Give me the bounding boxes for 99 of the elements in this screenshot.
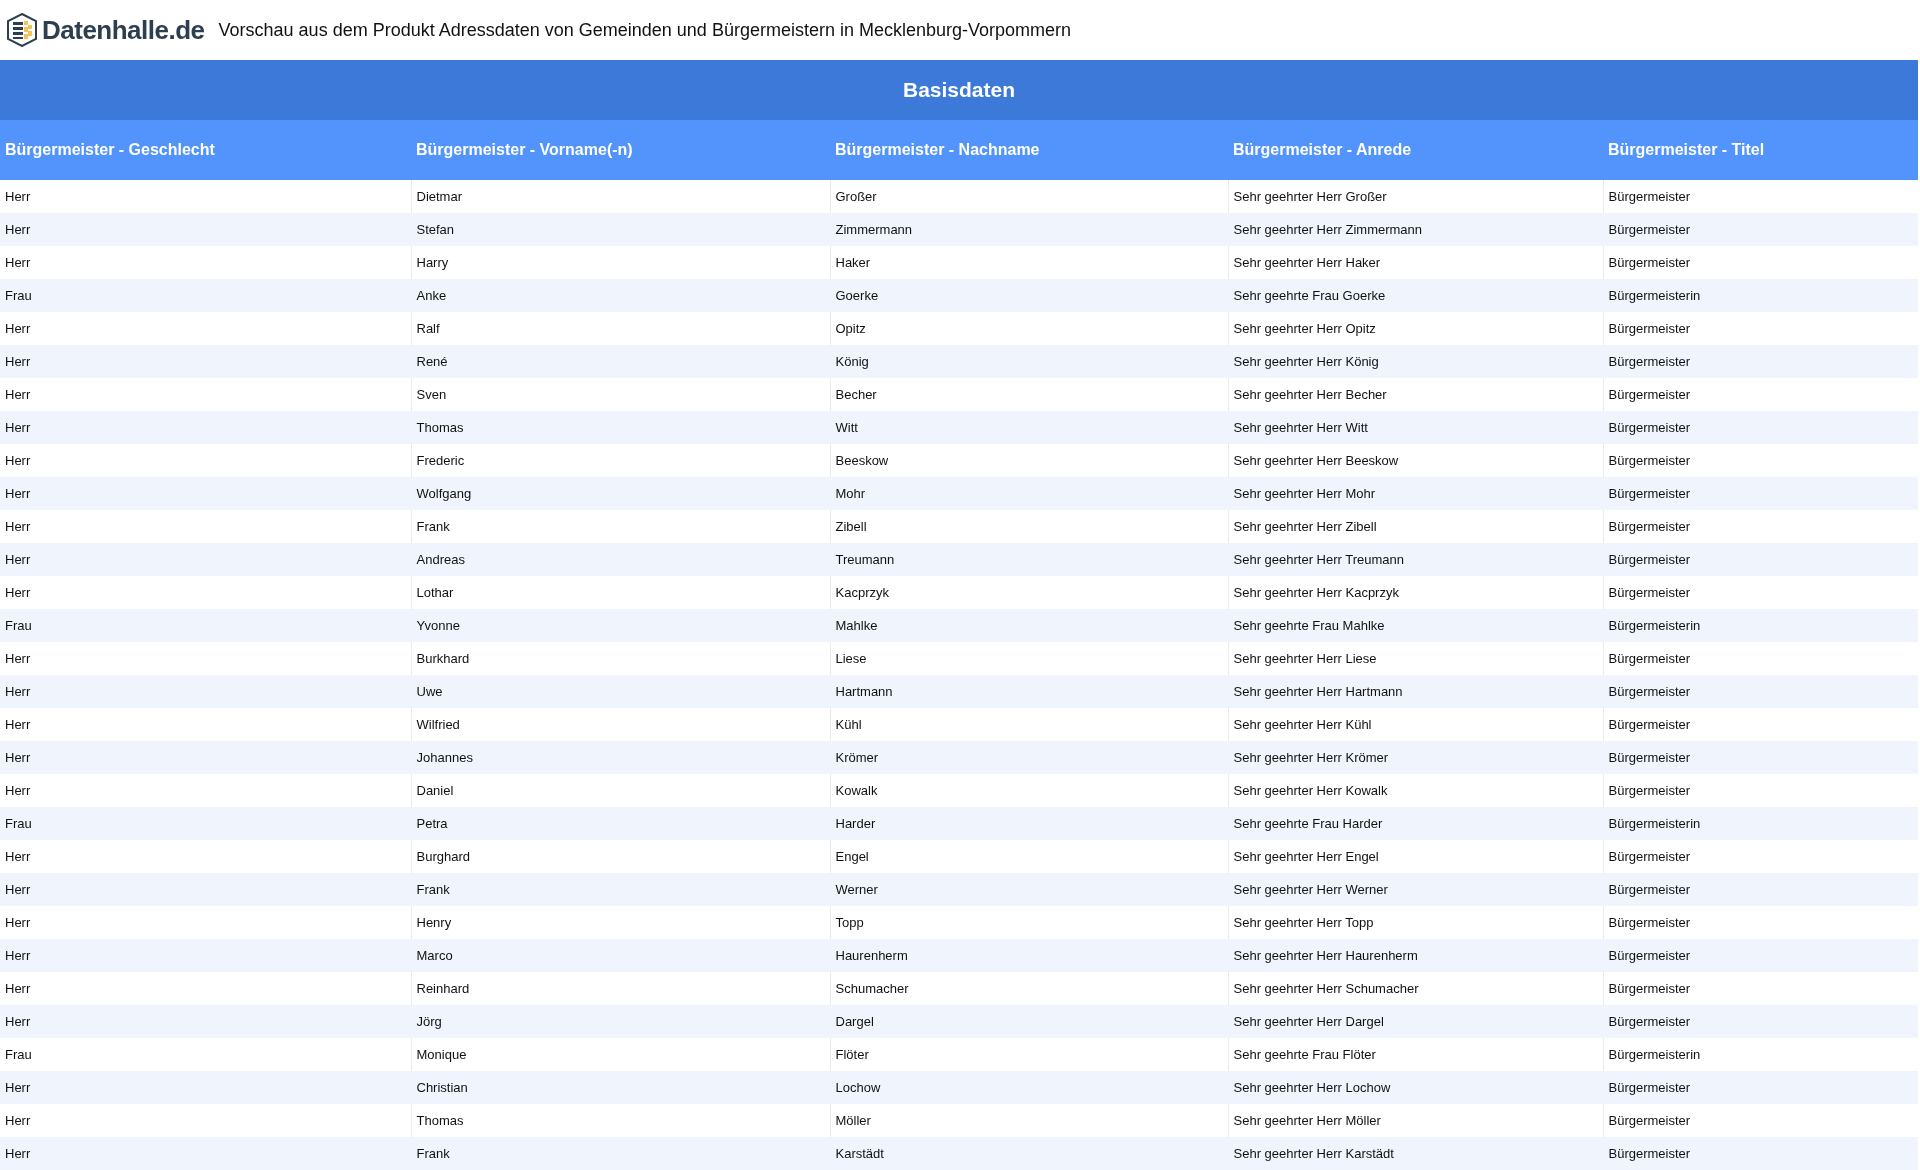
table-cell: Herr — [0, 1005, 411, 1038]
table-cell: Herr — [0, 477, 411, 510]
table-cell: Frau — [0, 1038, 411, 1071]
table-cell: Mohr — [830, 477, 1228, 510]
table-cell: Herr — [0, 312, 411, 345]
table-cell: Sehr geehrter Herr Zimmermann — [1228, 213, 1603, 246]
table-cell: Goerke — [830, 279, 1228, 312]
table-cell: Herr — [0, 543, 411, 576]
table-cell: Herr — [0, 774, 411, 807]
table-cell: Herr — [0, 411, 411, 444]
table-cell: Bürgermeister — [1603, 741, 1918, 774]
table-cell: Herr — [0, 972, 411, 1005]
table-cell: Bürgermeister — [1603, 675, 1918, 708]
column-header: Bürgermeister - Nachname — [830, 120, 1228, 180]
table-cell: Frau — [0, 609, 411, 642]
table-cell: Mahlke — [830, 609, 1228, 642]
table-cell: Herr — [0, 642, 411, 675]
table-cell: Herr — [0, 1137, 411, 1170]
table-cell: Bürgermeister — [1603, 1071, 1918, 1104]
table-cell: Harder — [830, 807, 1228, 840]
table-cell: Sehr geehrter Herr Witt — [1228, 411, 1603, 444]
table-cell: Herr — [0, 510, 411, 543]
table-cell: Sehr geehrter Herr Werner — [1228, 873, 1603, 906]
table-cell: Herr — [0, 576, 411, 609]
table-cell: Sehr geehrter Herr Karstädt — [1228, 1137, 1603, 1170]
table-cell: Frank — [411, 1137, 830, 1170]
table-cell: Frau — [0, 807, 411, 840]
table-cell: Bürgermeister — [1603, 213, 1918, 246]
table-cell: Bürgermeister — [1603, 543, 1918, 576]
table-cell: Treumann — [830, 543, 1228, 576]
table-cell: Bürgermeister — [1603, 939, 1918, 972]
table-cell: Bürgermeisterin — [1603, 807, 1918, 840]
table-cell: Sehr geehrter Herr Haurenherm — [1228, 939, 1603, 972]
table-cell: Johannes — [411, 741, 830, 774]
table-cell: Bürgermeister — [1603, 873, 1918, 906]
table-cell: Yvonne — [411, 609, 830, 642]
table-cell: Sehr geehrter Herr Mohr — [1228, 477, 1603, 510]
table-cell: Werner — [830, 873, 1228, 906]
table-cell: Bürgermeisterin — [1603, 279, 1918, 312]
table-cell: Marco — [411, 939, 830, 972]
table-cell: Sehr geehrter Herr Treumann — [1228, 543, 1603, 576]
table-cell: Andreas — [411, 543, 830, 576]
table-cell: Karstädt — [830, 1137, 1228, 1170]
table-cell: Sehr geehrte Frau Mahlke — [1228, 609, 1603, 642]
table-cell: Herr — [0, 675, 411, 708]
table-cell: Herr — [0, 708, 411, 741]
table-cell: Herr — [0, 1071, 411, 1104]
table-cell: Bürgermeister — [1603, 1137, 1918, 1170]
section-title: Basisdaten — [902, 77, 1015, 104]
column-header: Bürgermeister - Geschlecht — [0, 120, 411, 180]
table-cell: Wolfgang — [411, 477, 830, 510]
table-cell: Herr — [0, 378, 411, 411]
table-cell: Herr — [0, 246, 411, 279]
table-cell: Herr — [0, 840, 411, 873]
table-cell: Bürgermeister — [1603, 345, 1918, 378]
table-cell: Sehr geehrter Herr Hartmann — [1228, 675, 1603, 708]
table-cell: Lochow — [830, 1071, 1228, 1104]
table-cell: Herr — [0, 741, 411, 774]
column-header: Bürgermeister - Titel — [1603, 120, 1918, 180]
table-cell: Witt — [830, 411, 1228, 444]
table-cell: Herr — [0, 180, 411, 213]
table-cell: Hartmann — [830, 675, 1228, 708]
column-header: Bürgermeister - Anrede — [1228, 120, 1603, 180]
table-cell: Stefan — [411, 213, 830, 246]
table-cell: Frank — [411, 873, 830, 906]
table-cell: Herr — [0, 444, 411, 477]
table-cell: Uwe — [411, 675, 830, 708]
table-cell: Herr — [0, 906, 411, 939]
table-cell: Thomas — [411, 411, 830, 444]
table-cell: Sehr geehrter Herr Krömer — [1228, 741, 1603, 774]
table-cell: Petra — [411, 807, 830, 840]
table-cell: Jörg — [411, 1005, 830, 1038]
table-cell: Sehr geehrter Herr Lochow — [1228, 1071, 1603, 1104]
page-title: Vorschau aus dem Produkt Adressdaten von Gemeinden und Bürgermeistern in Mecklenburg-Vorpommern — [218, 18, 1072, 42]
table-cell: Sehr geehrter Herr König — [1228, 345, 1603, 378]
table-cell: Herr — [0, 345, 411, 378]
column-header: Bürgermeister - Vorname(-n) — [411, 120, 830, 180]
table-cell: Sehr geehrte Frau Goerke — [1228, 279, 1603, 312]
table-cell: Herr — [0, 939, 411, 972]
logo-icon — [6, 13, 38, 47]
table-cell: Bürgermeisterin — [1603, 609, 1918, 642]
table-cell: Herr — [0, 213, 411, 246]
table-cell: Bürgermeister — [1603, 411, 1918, 444]
table-cell: Anke — [411, 279, 830, 312]
table-cell: Frau — [0, 279, 411, 312]
table-cell: Dargel — [830, 1005, 1228, 1038]
table-cell: Sehr geehrter Herr Dargel — [1228, 1005, 1603, 1038]
table-cell: Krömer — [830, 741, 1228, 774]
table-cell: Sehr geehrte Frau Harder — [1228, 807, 1603, 840]
table-cell: Herr — [0, 873, 411, 906]
table-cell: Christian — [411, 1071, 830, 1104]
logo-text: Datenhalle.de — [42, 13, 205, 47]
table-cell: Herr — [0, 1104, 411, 1137]
table-cell: Zimmermann — [830, 213, 1228, 246]
table-cell: König — [830, 345, 1228, 378]
table-cell: Bürgermeister — [1603, 477, 1918, 510]
table-cell: Haurenherm — [830, 939, 1228, 972]
table-cell: Bürgermeister — [1603, 1005, 1918, 1038]
table-cell: René — [411, 345, 830, 378]
